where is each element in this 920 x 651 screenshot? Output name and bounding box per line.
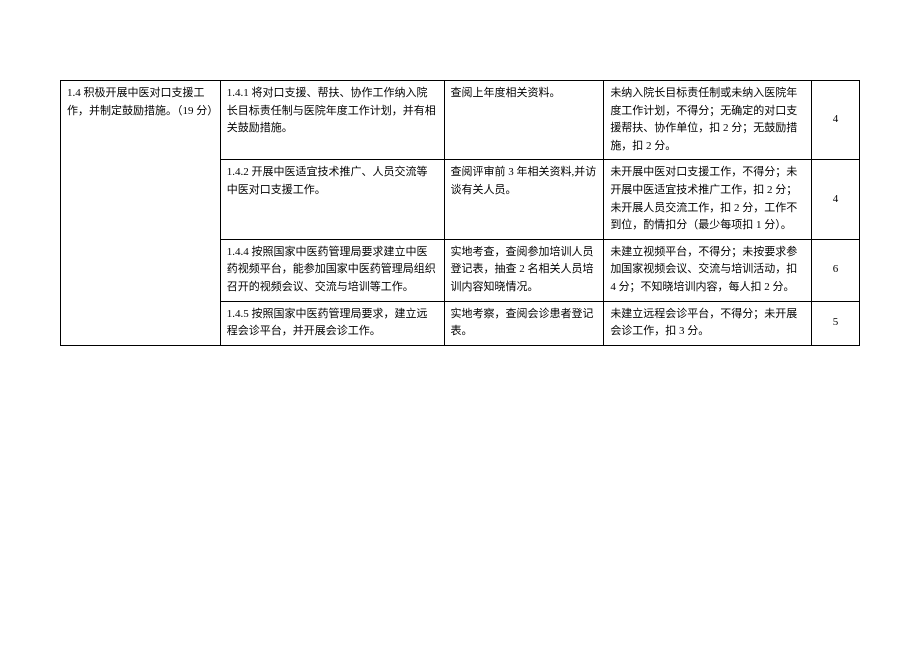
method-cell: 查阅上年度相关资料。 — [444, 81, 604, 160]
method-cell: 查阅评审前 3 年相关资料,并访谈有关人员。 — [444, 160, 604, 239]
criteria-cell: 1.4.2 开展中医适宜技术推广、人员交流等中医对口支援工作。 — [220, 160, 444, 239]
scoring-cell: 未建立远程会诊平台，不得分；未开展会诊工作，扣 3 分。 — [604, 301, 812, 345]
method-cell: 实地考察，查阅会诊患者登记表。 — [444, 301, 604, 345]
criteria-cell: 1.4.1 将对口支援、帮扶、协作工作纳入院长目标责任制与医院年度工作计划，并有… — [220, 81, 444, 160]
scoring-cell: 未建立视频平台，不得分；未按要求参加国家视频会议、交流与培训活动，扣 4 分；不… — [604, 239, 812, 301]
score-cell: 5 — [812, 301, 860, 345]
category-cell: 1.4 积极开展中医对口支援工作，并制定鼓励措施。（19 分） — [61, 81, 221, 346]
score-cell: 6 — [812, 239, 860, 301]
method-cell: 实地考查，查阅参加培训人员登记表，抽查 2 名相关人员培训内容知晓情况。 — [444, 239, 604, 301]
criteria-cell: 1.4.5 按照国家中医药管理局要求，建立远程会诊平台，并开展会诊工作。 — [220, 301, 444, 345]
score-cell: 4 — [812, 160, 860, 239]
scoring-cell: 未开展中医对口支援工作，不得分；未开展中医适宜技术推广工作，扣 2 分；未开展人… — [604, 160, 812, 239]
table-row: 1.4 积极开展中医对口支援工作，并制定鼓励措施。（19 分） 1.4.1 将对… — [61, 81, 860, 160]
criteria-cell: 1.4.4 按照国家中医药管理局要求建立中医药视频平台，能参加国家中医药管理局组… — [220, 239, 444, 301]
scoring-cell: 未纳入院长目标责任制或未纳入医院年度工作计划，不得分；无确定的对口支援帮扶、协作… — [604, 81, 812, 160]
evaluation-table: 1.4 积极开展中医对口支援工作，并制定鼓励措施。（19 分） 1.4.1 将对… — [60, 80, 860, 346]
score-cell: 4 — [812, 81, 860, 160]
